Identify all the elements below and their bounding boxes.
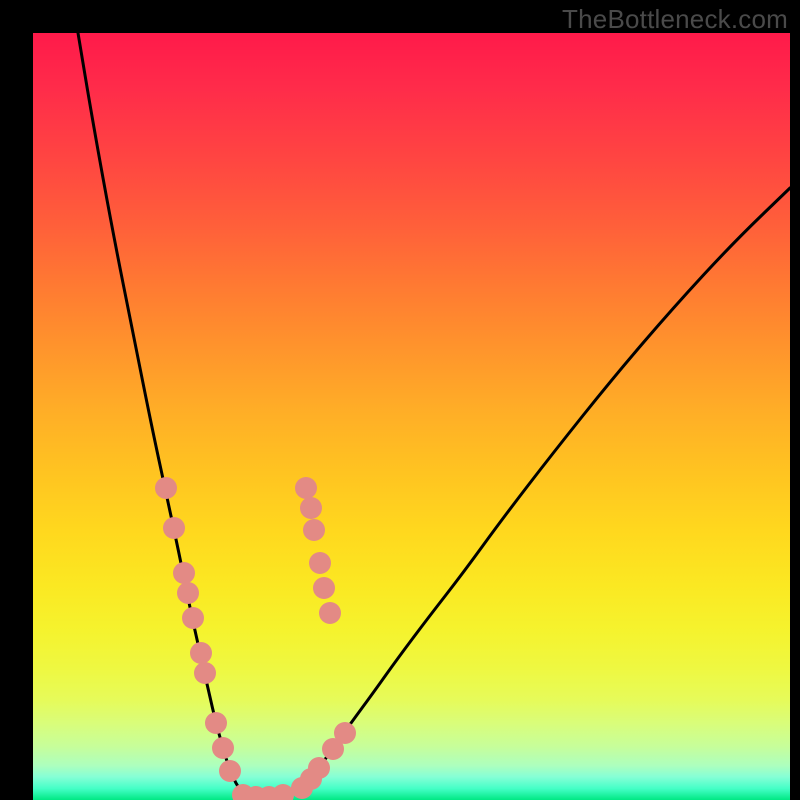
data-point <box>194 662 216 684</box>
data-point <box>319 602 341 624</box>
data-point <box>272 784 294 800</box>
dots-bottom <box>232 784 294 800</box>
curve-layer <box>33 33 790 800</box>
data-point <box>163 517 185 539</box>
data-point <box>295 477 317 499</box>
data-point <box>205 712 227 734</box>
dots-right <box>291 477 356 799</box>
data-point <box>313 577 335 599</box>
right-curve <box>278 188 790 797</box>
data-point <box>219 760 241 782</box>
dots-left <box>155 477 241 782</box>
plot-area <box>33 33 790 800</box>
data-point <box>182 607 204 629</box>
chart-frame: TheBottleneck.com <box>0 0 800 800</box>
data-point <box>212 737 234 759</box>
data-point <box>155 477 177 499</box>
watermark-text: TheBottleneck.com <box>562 4 788 35</box>
data-point <box>309 552 331 574</box>
data-point <box>322 738 344 760</box>
data-point <box>173 562 195 584</box>
data-point <box>300 497 322 519</box>
data-point <box>303 519 325 541</box>
data-point <box>177 582 199 604</box>
data-point <box>291 777 313 799</box>
left-curve <box>78 33 248 797</box>
data-point <box>190 642 212 664</box>
